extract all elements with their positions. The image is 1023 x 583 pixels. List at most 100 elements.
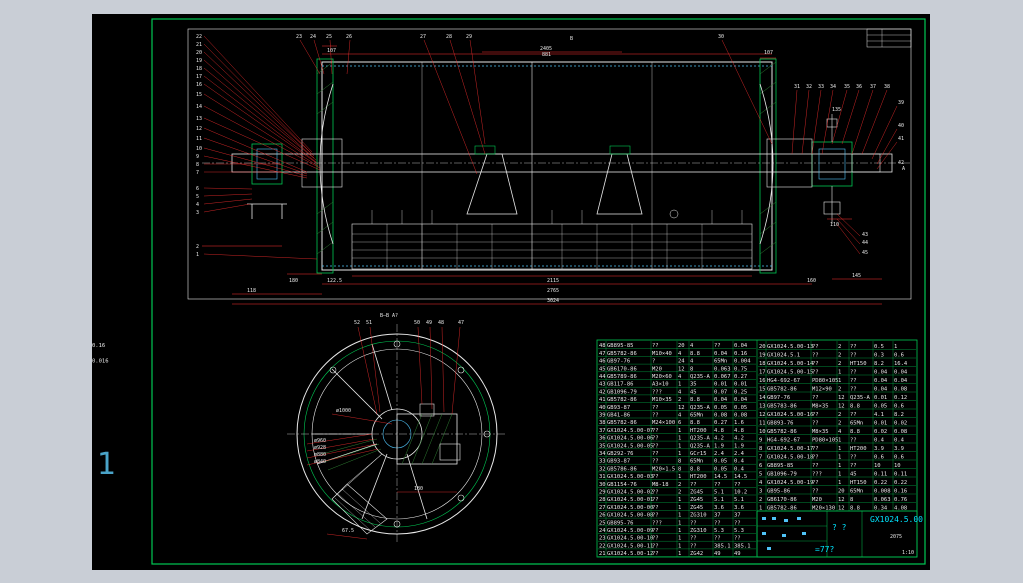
parts-right-cell: 1 bbox=[838, 370, 841, 376]
parts-left-cell: 26 bbox=[599, 513, 606, 519]
section-balloon-48: 48 bbox=[438, 320, 444, 326]
parts-left-cell: 0.01 bbox=[714, 382, 727, 388]
parts-right-cell: 4.1 bbox=[874, 412, 884, 418]
parts-right-cell: 0.6 bbox=[894, 353, 904, 359]
balloons-top: 23 24 25 26 27 28 29 30 bbox=[296, 34, 724, 40]
parts-left-cell: ?? bbox=[652, 459, 659, 465]
balloon-right-39: 39 bbox=[898, 100, 904, 106]
parts-right-cell: GB6170-86 bbox=[767, 497, 797, 503]
parts-left-cell: GX1024.5.00-00 bbox=[607, 505, 653, 511]
section-dim-0: ø1000 bbox=[336, 408, 351, 414]
parts-left-cell: GB93-87 bbox=[607, 405, 630, 411]
view-mark-a: A bbox=[902, 166, 905, 172]
balloon-top-27: 27 bbox=[420, 34, 426, 40]
parts-left-cell: ?? bbox=[652, 551, 659, 557]
balloon-left-12: 12 bbox=[196, 126, 202, 132]
parts-left-cell: GX1024.5.00-12 bbox=[607, 551, 653, 557]
parts-left-cell: 20 bbox=[678, 343, 685, 349]
parts-right-cell: 0.3 bbox=[874, 353, 884, 359]
parts-left-cell: 0.067 bbox=[714, 374, 731, 380]
parts-right-cell: HG4-692-67 bbox=[767, 438, 800, 444]
parts-left-cell: GB5782-86 bbox=[607, 351, 637, 357]
parts-left-cell: ZG45 bbox=[690, 497, 703, 503]
parts-left-cell: 8.8 bbox=[690, 420, 700, 426]
parts-right-cell: 0.02 bbox=[874, 429, 887, 435]
parts-left-cell: GX1024.5.00-01 bbox=[607, 497, 653, 503]
parts-right-cell: ?? bbox=[812, 395, 819, 401]
parts-left-cell: 4 bbox=[678, 389, 682, 395]
parts-left-cell: GX1024.5.00-05 bbox=[607, 443, 653, 449]
parts-left-cell: 49 bbox=[734, 551, 741, 557]
parts-left-cell: ?? bbox=[652, 490, 659, 496]
parts-left-cell: ?? bbox=[652, 543, 659, 549]
balloon-top-26: 26 bbox=[346, 34, 352, 40]
parts-left-cell: ?? bbox=[652, 536, 659, 542]
balloon-top-29: 29 bbox=[466, 34, 472, 40]
parts-left-cell: 44 bbox=[599, 374, 606, 380]
parts-left-cell: 385.1 bbox=[714, 543, 731, 549]
parts-left-cell: 1 bbox=[678, 382, 681, 388]
parts-right-cell: 0.4 bbox=[874, 438, 885, 444]
balloon-right-37: 37 bbox=[870, 84, 876, 90]
parts-right-cell: ?? bbox=[812, 489, 819, 495]
parts-left-cell: 35 bbox=[690, 382, 697, 388]
balloon-left-14: 14 bbox=[196, 104, 202, 110]
parts-left-cell: 37 bbox=[714, 513, 721, 519]
parts-left-cell: 8 bbox=[678, 466, 681, 472]
parts-left-cell: GX1024.5.00-08 bbox=[607, 513, 653, 519]
parts-left-cell: HT200 bbox=[690, 428, 707, 434]
section-dim-1: ø960 bbox=[314, 438, 326, 444]
parts-left-cell: M20×60 bbox=[652, 374, 672, 380]
parts-right-cell: ?? bbox=[850, 370, 857, 376]
parts-left-cell: 1 bbox=[678, 528, 681, 534]
title-block[interactable]: GX1024.5.00 ? ? =77? 2075 1:10 bbox=[756, 510, 923, 558]
parts-left-cell: GX1024.5.00-07 bbox=[607, 428, 653, 434]
drawing-number: GX1024.5.00 bbox=[870, 515, 923, 524]
parts-right-cell: 2 bbox=[838, 421, 841, 427]
section-dims: ø1000 ø960ø928ø880ø840 180 67.5 bbox=[314, 408, 423, 534]
parts-right-cell: 20 bbox=[759, 344, 766, 350]
parts-left-cell: 65Mn bbox=[714, 359, 727, 365]
parts-left-cell: GB5782-86 bbox=[607, 420, 637, 426]
balloon-right-38: 38 bbox=[884, 84, 890, 90]
parts-left-cell: 0.016 bbox=[92, 359, 109, 365]
parts-left-cell: 21 bbox=[599, 551, 606, 557]
balloon-left-3: 3 bbox=[196, 210, 199, 216]
balloon-left-21: 21 bbox=[196, 42, 202, 48]
balloon-right-34: 34 bbox=[830, 84, 836, 90]
parts-left-cell: M20×1.5 bbox=[652, 466, 675, 472]
parts-right-cell: PD80×105 bbox=[812, 378, 839, 384]
parts-right-cell: 8 bbox=[850, 497, 853, 503]
parts-left-cell: 37 bbox=[734, 513, 741, 519]
parts-right-cell: 3.9 bbox=[874, 446, 884, 452]
drawing-canvas[interactable]: 1 2405 881 107 107 B 3024 2765 2115 118 … bbox=[92, 14, 930, 570]
parts-right-cell: GX1024.5.00-15 bbox=[767, 370, 813, 376]
parts-left-cell: GB292-76 bbox=[607, 451, 634, 457]
parts-right-cell: 0.4 bbox=[894, 438, 905, 444]
main-view-labels: 2405 881 107 107 B 3024 2765 2115 118 18… bbox=[196, 34, 905, 304]
cad-drawing: 1 2405 881 107 107 B 3024 2765 2115 118 … bbox=[92, 18, 926, 565]
parts-left-cell: ?? bbox=[652, 451, 659, 457]
parts-left-cell: 0.4 bbox=[734, 466, 745, 472]
parts-right-cell: 8.2 bbox=[894, 412, 904, 418]
parts-right-cell: 0.6 bbox=[894, 404, 904, 410]
parts-left-cell: 3.6 bbox=[734, 505, 744, 511]
parts-left-cell: ?? bbox=[652, 343, 659, 349]
parts-right-cell: ?? bbox=[812, 455, 819, 461]
parts-left-cell: 30 bbox=[599, 482, 606, 488]
parts-right-cell: GX1024.5.00-18 bbox=[767, 455, 813, 461]
parts-right-cell: GB97-76 bbox=[767, 395, 790, 401]
parts-left-cell: 0.063 bbox=[714, 366, 731, 372]
parts-left-cell: 14.5 bbox=[734, 474, 747, 480]
parts-left-cell: 0.16 bbox=[734, 351, 747, 357]
parts-left-cell: ?? bbox=[652, 505, 659, 511]
parts-left-cell: 1 bbox=[678, 474, 681, 480]
parts-left-cell: 1 bbox=[678, 497, 681, 503]
parts-right-cell: M8×35 bbox=[812, 404, 829, 410]
parts-left-cell: 4 bbox=[690, 359, 694, 365]
balloon-left-15: 15 bbox=[196, 92, 202, 98]
parts-left-cell: GX1024.5.00-03 bbox=[607, 474, 653, 480]
balloons-left: 22212019181716151413121110987654321 bbox=[196, 34, 202, 258]
parts-right-cell: 0.02 bbox=[894, 421, 907, 427]
parts-left-cell: GB1154-76 bbox=[607, 482, 637, 488]
